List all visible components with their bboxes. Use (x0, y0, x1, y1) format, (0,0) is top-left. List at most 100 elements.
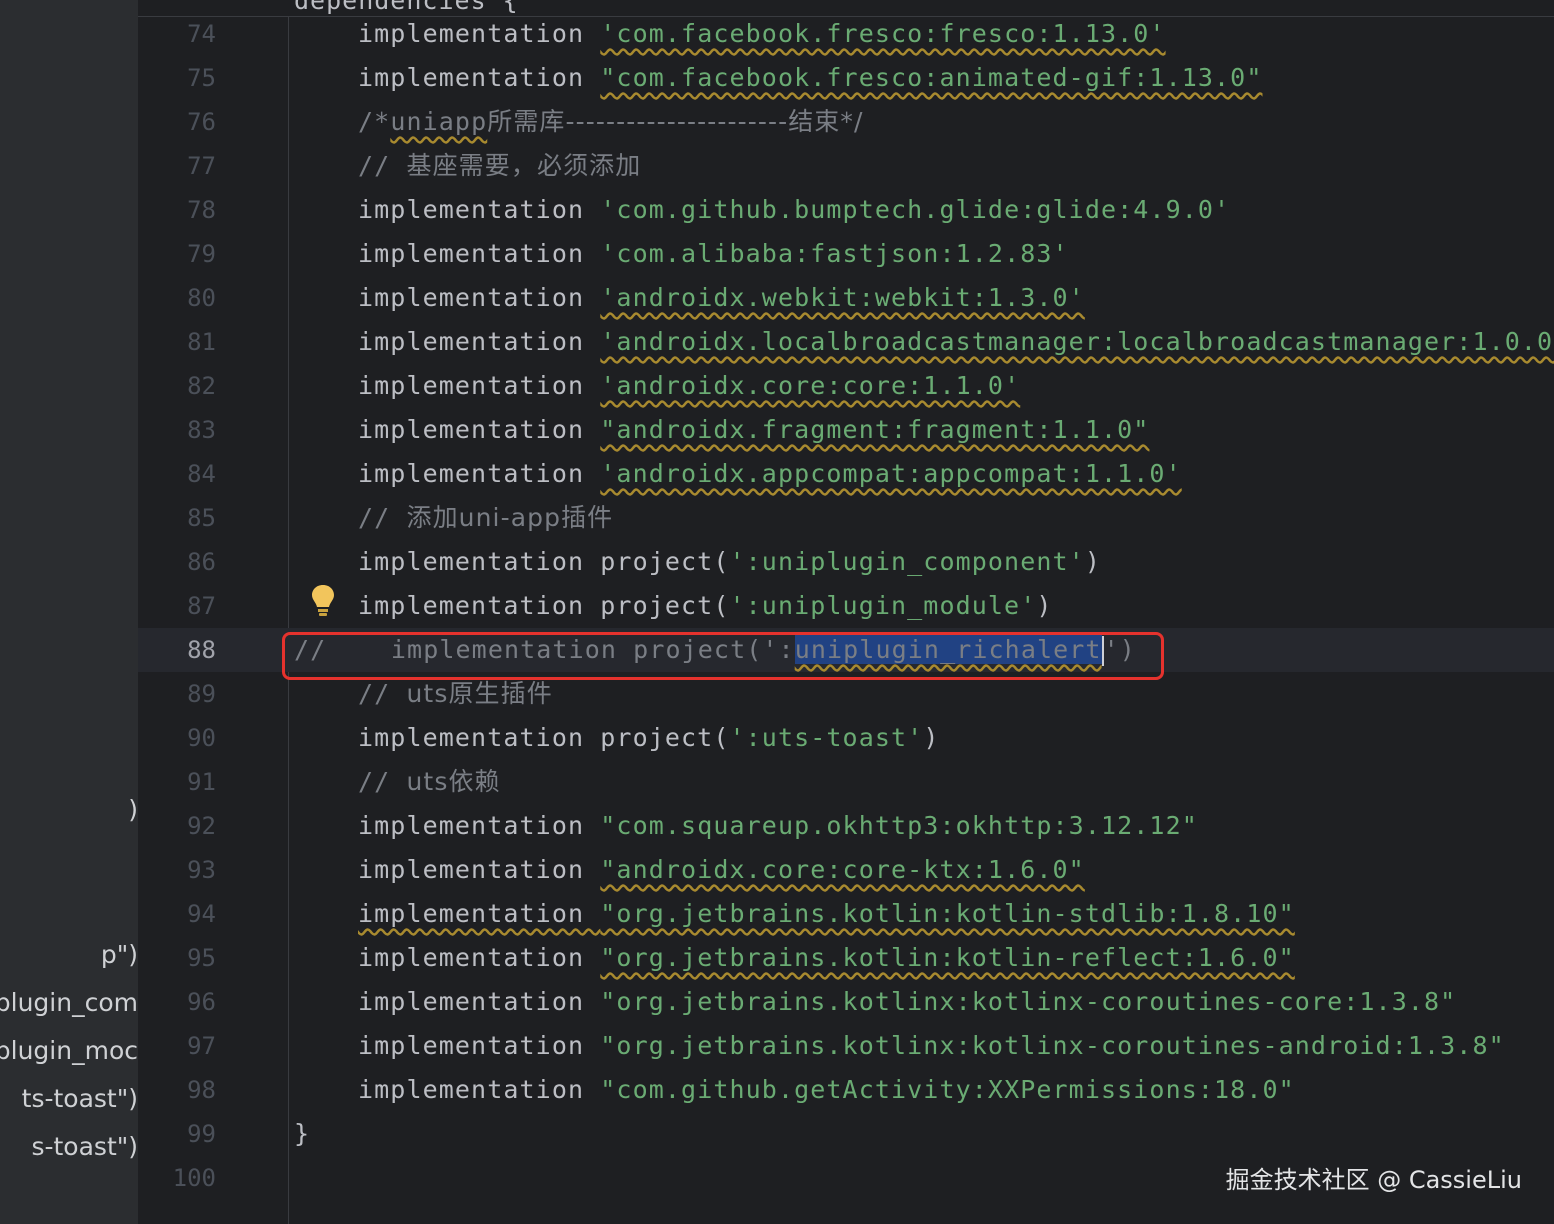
code-line[interactable]: 82 implementation 'androidx.core:core:1.1… (138, 364, 1554, 408)
code-line[interactable]: 94 implementation "org.jetbrains.kotlin:k… (138, 892, 1554, 936)
code-line[interactable]: 78 implementation 'com.github.bumptech.gl… (138, 188, 1554, 232)
code-line[interactable]: 87 implementation project(':uniplugin_mod… (138, 584, 1554, 628)
code-token: uts原生插件 (406, 679, 553, 708)
code-editor[interactable]: dependencies { 74 implementation 'com.fac… (138, 0, 1554, 1224)
code-line[interactable]: 98 implementation "com.github.getActivity… (138, 1068, 1554, 1112)
code-token: 添加uni-app插件 (406, 503, 614, 532)
code-line[interactable]: 83 implementation "androidx.fragment:frag… (138, 408, 1554, 452)
code-line[interactable]: 99} (138, 1112, 1554, 1156)
code-token: implementation (358, 63, 601, 92)
side-panel-line[interactable]: ts-toast") (22, 1084, 138, 1113)
code-token: implementation (358, 195, 601, 224)
code-line[interactable]: 85 // 添加uni-app插件 (138, 496, 1554, 540)
code-token: // (358, 503, 407, 532)
code-token: 'androidx.webkit:webkit:1.3.0' (600, 283, 1085, 312)
code-line[interactable]: 90 implementation project(':uts-toast') (138, 716, 1554, 760)
code-line[interactable]: 77 // 基座需要，必须添加 (138, 144, 1554, 188)
code-line[interactable]: 93 implementation "androidx.core:core-ktx… (138, 848, 1554, 892)
line-number: 94 (187, 900, 216, 928)
highlight-box (282, 632, 1164, 680)
code-token: implementation (358, 943, 601, 972)
side-panel-line[interactable]: s-toast") (31, 1132, 138, 1161)
lightbulb-icon[interactable] (310, 583, 336, 617)
code-token: 'androidx.core:core:1.1.0' (600, 371, 1021, 400)
code-token: 'androidx.localbroadcastmanager:localbro… (600, 327, 1554, 356)
line-number: 100 (172, 1164, 216, 1192)
code-token: implementation (358, 899, 601, 928)
code-line[interactable]: 76 /*uniapp所需库----------------------结束*/ (138, 100, 1554, 144)
line-number: 98 (187, 1076, 216, 1104)
code-token: implementation (358, 1075, 601, 1104)
code-token: "org.jetbrains.kotlin:kotlin-stdlib:1.8.… (600, 899, 1295, 928)
code-token: 基座需要，必须添加 (406, 151, 642, 180)
code-line[interactable]: 96 implementation "org.jetbrains.kotlinx:… (138, 980, 1554, 1024)
line-number: 83 (187, 416, 216, 444)
code-line[interactable]: 84 implementation 'androidx.appcompat:app… (138, 452, 1554, 496)
line-number: 76 (187, 108, 216, 136)
line-number: 84 (187, 460, 216, 488)
code-line[interactable]: 86 implementation project(':uniplugin_com… (138, 540, 1554, 584)
code-token: /* (358, 107, 391, 136)
line-number: 80 (187, 284, 216, 312)
code-text: implementation "androidx.fragment:fragme… (358, 408, 1149, 452)
code-line[interactable]: 74 implementation 'com.facebook.fresco:fr… (138, 12, 1554, 56)
line-number: 79 (187, 240, 216, 268)
code-text: implementation "com.github.getActivity:X… (358, 1068, 1295, 1112)
side-panel-line[interactable]: iplugin_com (0, 988, 138, 1017)
code-token: implementation project( (358, 591, 730, 620)
code-token: implementation (358, 371, 601, 400)
code-line[interactable]: 97 implementation "org.jetbrains.kotlinx:… (138, 1024, 1554, 1068)
code-token: ) (1084, 547, 1101, 576)
line-number: 74 (187, 20, 216, 48)
code-text: implementation project(':uniplugin_modul… (358, 584, 1053, 628)
code-token: } (294, 1119, 311, 1148)
code-text: // 添加uni-app插件 (358, 496, 613, 540)
code-line[interactable]: 80 implementation 'androidx.webkit:webkit… (138, 276, 1554, 320)
line-number: 92 (187, 812, 216, 840)
code-text: implementation "org.jetbrains.kotlin:kot… (358, 936, 1295, 980)
line-number: 95 (187, 944, 216, 972)
code-token: "androidx.core:core-ktx:1.6.0" (600, 855, 1085, 884)
code-token: "com.facebook.fresco:animated-gif:1.13.0… (600, 63, 1263, 92)
code-text: implementation "org.jetbrains.kotlin:kot… (358, 892, 1295, 936)
code-text: implementation "com.facebook.fresco:anim… (358, 56, 1262, 100)
code-token: 'com.github.bumptech.glide:glide:4.9.0' (600, 195, 1231, 224)
code-token: implementation (358, 327, 601, 356)
line-number: 86 (187, 548, 216, 576)
code-token: 'com.facebook.fresco:fresco:1.13.0' (600, 19, 1166, 48)
code-token: 'com.alibaba:fastjson:1.2.83' (600, 239, 1069, 268)
side-panel-line[interactable]: p") (101, 940, 138, 969)
code-text: implementation 'com.alibaba:fastjson:1.2… (358, 232, 1069, 276)
project-side-panel: ) p") iplugin_com iplugin_moc ts-toast") s-to… (0, 0, 138, 1224)
code-token: 'androidx.appcompat:appcompat:1.1.0' (600, 459, 1182, 488)
watermark: 掘金技术社区 @ CassieLiu (1225, 1166, 1522, 1194)
code-token: "org.jetbrains.kotlin:kotlin-reflect:1.6… (600, 943, 1295, 972)
code-text: implementation 'androidx.appcompat:appco… (358, 452, 1182, 496)
code-token: ) (1036, 591, 1053, 620)
code-token: "com.github.getActivity:XXPermissions:18… (600, 1075, 1295, 1104)
code-line[interactable]: 95 implementation "org.jetbrains.kotlin:k… (138, 936, 1554, 980)
code-token: uts依赖 (406, 767, 501, 796)
code-text: implementation 'androidx.core:core:1.1.0… (358, 364, 1020, 408)
code-token: implementation (358, 415, 601, 444)
code-token: implementation (358, 283, 601, 312)
code-text: implementation 'com.github.bumptech.glid… (358, 188, 1230, 232)
code-line[interactable]: 92 implementation "com.squareup.okhttp3:o… (138, 804, 1554, 848)
code-token: "org.jetbrains.kotlinx:kotlinx-coroutine… (600, 987, 1457, 1016)
code-line[interactable]: 79 implementation 'com.alibaba:fastjson:1… (138, 232, 1554, 276)
code-token: implementation (358, 811, 601, 840)
line-number: 93 (187, 856, 216, 884)
code-text: implementation "androidx.core:core-ktx:1… (358, 848, 1085, 892)
code-text: // 基座需要，必须添加 (358, 144, 641, 188)
code-line[interactable]: 91 // uts依赖 (138, 760, 1554, 804)
code-text: implementation "com.squareup.okhttp3:okh… (358, 804, 1198, 848)
code-line[interactable]: 81 implementation 'androidx.localbroadcas… (138, 320, 1554, 364)
line-number: 96 (187, 988, 216, 1016)
code-text: /*uniapp所需库----------------------结束*/ (358, 100, 864, 144)
code-line[interactable]: 75 implementation "com.facebook.fresco:an… (138, 56, 1554, 100)
line-number: 85 (187, 504, 216, 532)
code-token: implementation (358, 987, 601, 1016)
code-token: // (358, 767, 407, 796)
side-panel-line[interactable]: ) (128, 795, 138, 824)
side-panel-line[interactable]: iplugin_moc (0, 1036, 138, 1065)
